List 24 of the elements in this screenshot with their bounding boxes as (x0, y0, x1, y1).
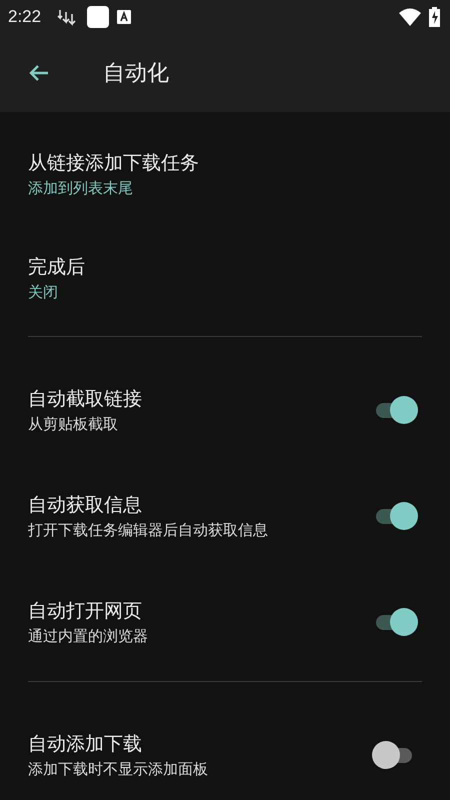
battery-icon (429, 7, 440, 27)
setting-title: 自动获取信息 (28, 493, 143, 518)
setting-summary: 打开下载任务编辑器后自动获取信息 (28, 520, 269, 541)
setting-summary: 通过内置的浏览器 (28, 626, 149, 647)
setting-row[interactable]: 自动打开网页 通过内置的浏览器 (0, 569, 450, 675)
setting-summary: 关闭 (28, 282, 59, 303)
keyboard-icon (117, 10, 132, 24)
status-time: 2:22 (8, 7, 42, 27)
square-icon (87, 6, 110, 28)
setting-summary: 添加下载时不显示添加面板 (28, 759, 209, 780)
setting-row[interactable]: 完成后 关闭 (0, 226, 450, 330)
setting-row[interactable]: 从链接添加下载任务 添加到列表末尾 (0, 122, 450, 226)
setting-row[interactable]: 自动添加下载 添加下载时不显示添加面板 (0, 702, 450, 800)
setting-summary: 从剪贴板截取 (28, 414, 119, 435)
setting-title: 从链接添加下载任务 (28, 151, 200, 176)
setting-title: 完成后 (28, 255, 86, 280)
setting-title: 自动添加下载 (28, 732, 143, 757)
setting-title: 自动打开网页 (28, 599, 143, 624)
setting-row[interactable]: 自动获取信息 打开下载任务编辑器后自动获取信息 (0, 463, 450, 569)
wifi-icon (399, 8, 421, 26)
screen-title: 自动化 (103, 60, 169, 88)
setting-title: 自动截取链接 (28, 387, 143, 412)
setting-summary: 添加到列表末尾 (28, 178, 134, 199)
setting-row[interactable]: 自动截取链接 从剪贴板截取 (0, 357, 450, 463)
